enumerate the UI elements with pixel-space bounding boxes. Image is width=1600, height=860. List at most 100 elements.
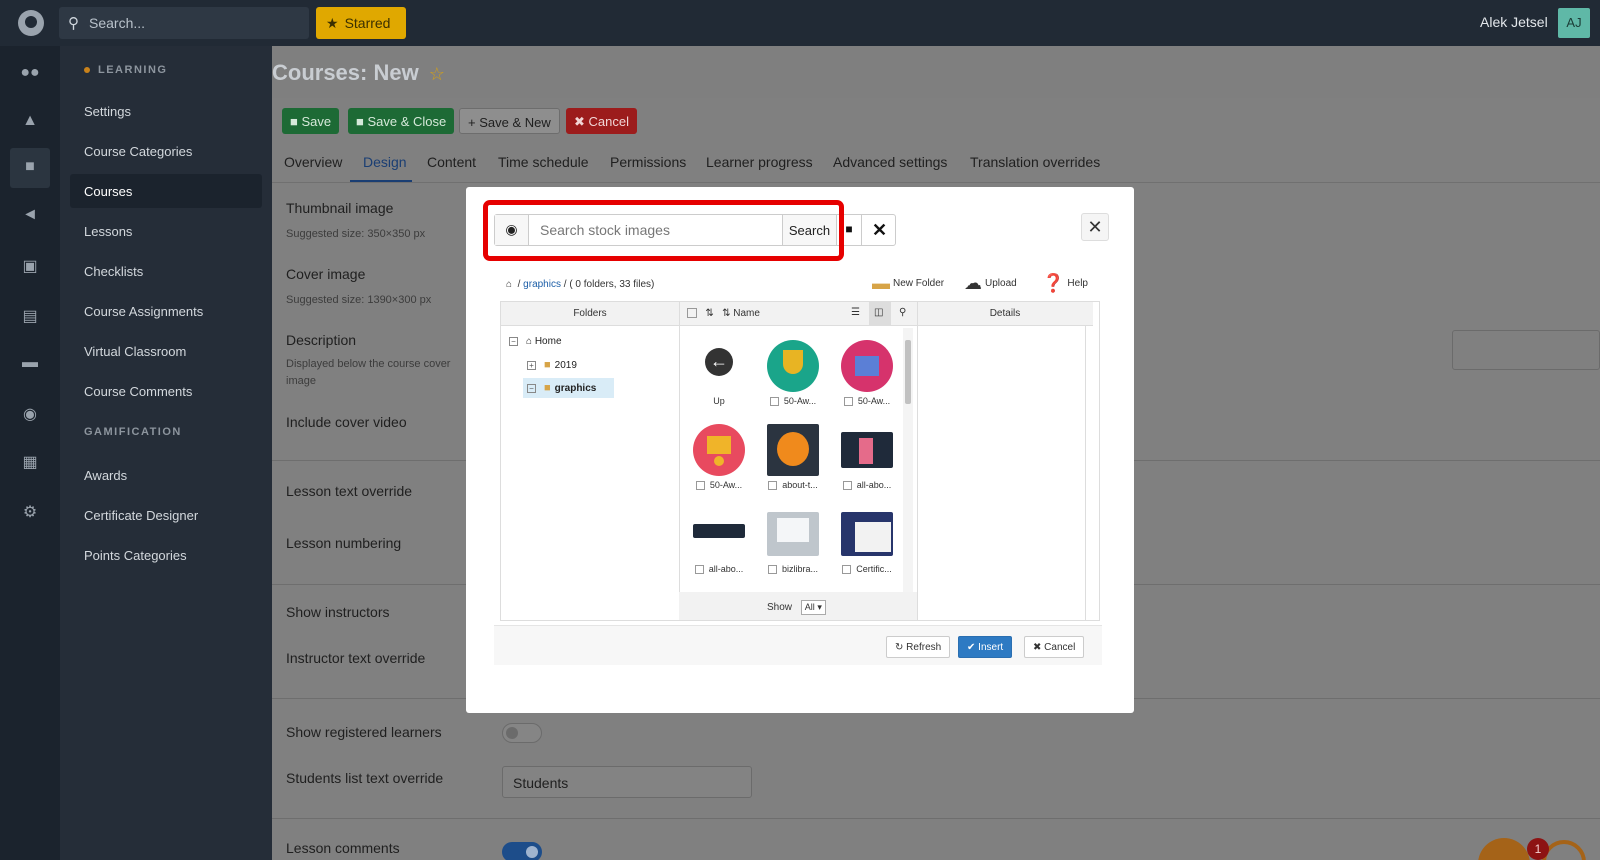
file-tile[interactable]: all-abo...	[683, 498, 755, 580]
new-folder-button[interactable]: ▬ New Folder	[872, 273, 944, 294]
lesson-comments-toggle[interactable]	[502, 842, 542, 860]
file-tile-up[interactable]: ← Up	[683, 330, 755, 412]
help-icon: ❓	[1042, 273, 1065, 293]
modal-cancel-button[interactable]: ✖ Cancel	[1024, 636, 1085, 658]
expand-icon[interactable]: +	[527, 360, 536, 370]
app-logo[interactable]	[18, 10, 44, 36]
sort-name-icon[interactable]: ⇅	[722, 308, 730, 319]
select-all-checkbox[interactable]	[687, 308, 697, 319]
file-checkbox[interactable]	[695, 481, 705, 491]
name-column-label[interactable]: Name	[733, 308, 760, 319]
file-tile[interactable]: bizlibra...	[757, 498, 829, 580]
search-icon[interactable]: ⚲	[899, 307, 906, 318]
ticket-icon[interactable]: ▣	[10, 246, 50, 286]
nav-item-settings[interactable]: Settings	[70, 94, 262, 128]
tab-advanced-settings[interactable]: Advanced settings	[833, 154, 947, 170]
help-button[interactable]: ❓ Help	[1042, 273, 1088, 294]
collapse-icon[interactable]: −	[527, 383, 536, 393]
nav-item-points-categories[interactable]: Points Categories	[70, 538, 262, 572]
chat-icon[interactable]: ▬	[10, 344, 50, 384]
gear-icon[interactable]: ⚙	[10, 492, 50, 532]
tab-design[interactable]: Design	[363, 154, 407, 170]
file-checkbox[interactable]	[694, 565, 704, 575]
file-checkbox[interactable]	[769, 397, 779, 407]
file-caption-text: 50-Aw...	[857, 396, 891, 406]
description-editor[interactable]	[1452, 330, 1600, 370]
file-tile[interactable]: 50-Aw...	[757, 330, 829, 412]
shapes-icon[interactable]: ▲	[10, 102, 50, 142]
laptop-icon	[777, 518, 809, 542]
sort-az-icon[interactable]: ⇅	[705, 308, 713, 319]
file-tile[interactable]: 50-Aw...	[683, 414, 755, 496]
tab-permissions[interactable]: Permissions	[610, 154, 686, 170]
cancel-button[interactable]: ✖ Cancel	[566, 108, 637, 134]
save-label: Save	[301, 114, 332, 129]
gift-thumbnail	[841, 340, 893, 392]
tab-overview[interactable]: Overview	[284, 154, 342, 170]
column-divider	[917, 302, 918, 620]
tab-time-schedule[interactable]: Time schedule	[498, 154, 589, 170]
save-new-button[interactable]: + Save & New	[459, 108, 560, 134]
file-tile[interactable]: Certific...	[831, 498, 903, 580]
file-tile[interactable]: all-abo...	[831, 414, 903, 496]
nav-item-lessons[interactable]: Lessons	[70, 214, 262, 248]
users-icon[interactable]: ●●	[10, 54, 50, 94]
file-checkbox[interactable]	[768, 481, 778, 491]
tab-learner-progress[interactable]: Learner progress	[706, 154, 813, 170]
nav-item-certificate-designer[interactable]: Certificate Designer	[70, 498, 262, 532]
file-checkbox[interactable]	[843, 397, 853, 407]
tree-node-home[interactable]: − ⌂ Home	[509, 336, 562, 347]
upload-button[interactable]: ☁ Upload	[964, 273, 1017, 294]
nav-item-course-comments[interactable]: Course Comments	[70, 374, 262, 408]
folder-icon: ▬	[872, 273, 890, 293]
tab-content[interactable]: Content	[427, 154, 476, 170]
calendar-icon[interactable]: ▦	[10, 442, 50, 482]
nav-item-course-assignments[interactable]: Course Assignments	[70, 294, 262, 328]
modal-close-button[interactable]: ✕	[1081, 213, 1109, 241]
collapse-icon[interactable]: −	[509, 336, 518, 346]
save-button[interactable]: ■ Save	[282, 108, 340, 134]
insert-button[interactable]: ✔ Insert	[958, 636, 1013, 658]
file-checkbox[interactable]	[767, 565, 777, 575]
palette-icon[interactable]: ◉	[10, 394, 50, 434]
tree-node-graphics[interactable]: − ■ graphics	[523, 378, 615, 398]
x-icon: ✖	[1033, 642, 1042, 653]
show-registered-toggle[interactable]	[502, 723, 542, 743]
trophy-thumbnail	[767, 340, 819, 392]
breadcrumb-folder[interactable]: graphics	[523, 279, 561, 290]
file-tile[interactable]: about-t...	[757, 414, 829, 496]
show-filter: Show All ▾	[679, 592, 917, 620]
grid-view-icon[interactable]: ◫	[869, 302, 891, 325]
files-scrollbar[interactable]	[903, 328, 913, 596]
list-view-icon[interactable]: ☰	[851, 307, 860, 318]
nav-item-virtual-classroom[interactable]: Virtual Classroom	[70, 334, 262, 368]
tab-translation-overrides[interactable]: Translation overrides	[970, 154, 1100, 170]
elephant-thumbnail	[767, 424, 819, 476]
nav-item-courses[interactable]: Courses	[70, 174, 262, 208]
tree-node-2019[interactable]: + ■ 2019	[527, 359, 577, 371]
show-select-value: All	[804, 602, 815, 612]
user-name[interactable]: Alek Jetsel	[1480, 14, 1548, 30]
show-select[interactable]: All ▾	[800, 600, 826, 615]
scrollbar-thumb[interactable]	[905, 340, 911, 404]
file-checkbox[interactable]	[842, 565, 852, 575]
favorite-star-icon[interactable]: ☆	[429, 64, 445, 84]
file-tile[interactable]: 50-Aw...	[831, 330, 903, 412]
home-icon[interactable]: ⌂	[506, 279, 512, 290]
starred-button[interactable]: ★ Starred	[316, 7, 406, 39]
clear-search-icon[interactable]: ✕	[861, 215, 897, 245]
megaphone-icon[interactable]: ◄	[10, 196, 50, 236]
chart-icon[interactable]: ▤	[10, 296, 50, 336]
nav-item-awards[interactable]: Awards	[70, 458, 262, 492]
avatar[interactable]: AJ	[1558, 8, 1590, 38]
nav-item-checklists[interactable]: Checklists	[70, 254, 262, 288]
save-close-button[interactable]: ■ Save & Close	[348, 108, 455, 134]
chat-badge: 1	[1527, 838, 1549, 860]
nav-item-course-categories[interactable]: Course Categories	[70, 134, 262, 168]
file-checkbox[interactable]	[842, 481, 852, 491]
graduation-cap-icon[interactable]: ■	[10, 148, 50, 188]
students-list-input[interactable]: Students	[502, 766, 752, 798]
cover-label: Cover image	[286, 266, 366, 282]
global-search[interactable]: ⚲ Search...	[59, 7, 309, 39]
refresh-button[interactable]: ↻ Refresh	[886, 636, 951, 658]
